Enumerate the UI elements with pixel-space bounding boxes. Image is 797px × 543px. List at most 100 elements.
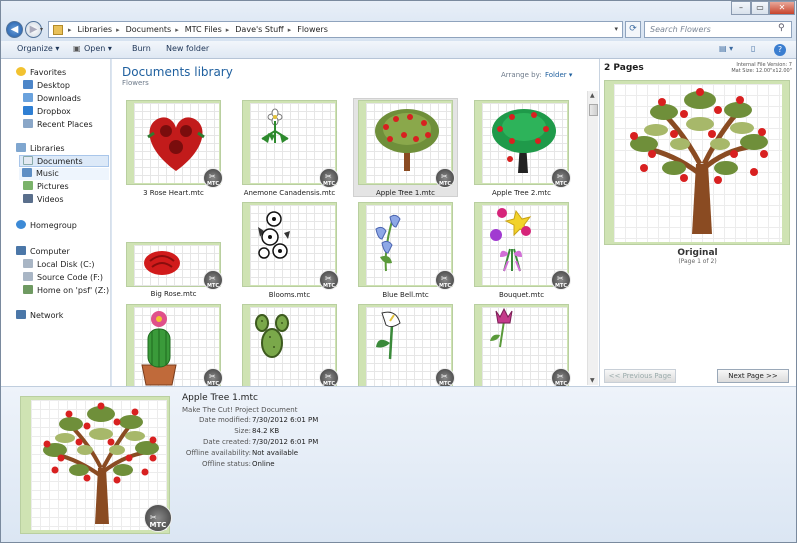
nav-recent-places[interactable]: Recent Places: [23, 119, 93, 131]
folder-icon: [53, 24, 63, 35]
nav-libraries[interactable]: Libraries: [16, 143, 65, 155]
mtc-badge-icon: MTC: [551, 162, 571, 192]
preview-page-indicator: (Page 1 of 2): [678, 258, 717, 265]
maximize-button[interactable]: ▭: [751, 1, 769, 15]
downloads-icon: [23, 93, 33, 102]
command-bar: Organize ▾ ▣ Open ▾ Burn New folder ▤ ▾ …: [1, 41, 796, 59]
file-name: Blue Bell.mtc: [382, 291, 429, 299]
file-name: Apple Tree 2.mtc: [491, 189, 552, 197]
nav-homegroup[interactable]: Homegroup: [16, 220, 77, 232]
scroll-up-icon[interactable]: ▲: [590, 92, 595, 99]
breadcrumb-libraries[interactable]: Libraries: [78, 25, 113, 34]
refresh-button[interactable]: ⟳: [625, 21, 641, 38]
arrange-by-dropdown[interactable]: Folder ▾: [545, 71, 572, 79]
nav-favorites[interactable]: Favorites: [16, 67, 66, 79]
help-icon[interactable]: ?: [774, 44, 786, 56]
mtc-badge-icon: MTC: [203, 264, 223, 294]
refresh-icon: ⟳: [629, 24, 637, 34]
back-button[interactable]: ◀: [6, 21, 23, 38]
mtc-badge-icon: MTC: [203, 362, 223, 392]
search-icon: ⚲: [778, 23, 785, 33]
close-button[interactable]: ✕: [769, 1, 795, 15]
nav-pictures[interactable]: Pictures: [23, 181, 69, 193]
previous-page-button[interactable]: << Previous Page: [604, 369, 676, 383]
computer-icon: [16, 246, 26, 255]
breadcrumb-separator-icon: ▸: [225, 25, 230, 34]
search-input[interactable]: [644, 21, 792, 38]
preview-pane: 2 Pages Internal File Version: 7 Mat Size…: [599, 59, 796, 386]
vertical-scrollbar[interactable]: ▲ ▼: [587, 91, 598, 385]
breadcrumb-mtc-files[interactable]: MTC Files: [185, 25, 222, 34]
mtc-badge-icon: MTC: [203, 162, 223, 192]
documents-icon: [23, 156, 33, 165]
mtc-badge-icon: MTC: [319, 362, 339, 392]
breadcrumb-separator-icon: ▸: [68, 25, 72, 34]
nav-computer[interactable]: Computer: [16, 246, 70, 258]
mtc-badge-icon: MTC: [319, 264, 339, 294]
details-offline-status: Offline status: Online: [201, 460, 275, 468]
organize-button[interactable]: Organize ▾: [17, 44, 59, 53]
burn-button[interactable]: Burn: [132, 44, 151, 53]
nav-source-code[interactable]: Source Code (F:): [23, 272, 103, 284]
arrow-left-icon: ◀: [10, 24, 19, 35]
scroll-down-icon[interactable]: ▼: [590, 377, 595, 384]
mtc-badge-icon: MTC: [435, 362, 455, 392]
arrange-by-label: Arrange by:: [501, 71, 542, 79]
file-name: Big Rose.mtc: [150, 290, 197, 298]
page-count: 2 Pages: [604, 63, 644, 73]
details-offline-availability: Offline availability: Not available: [185, 449, 299, 457]
desktop-icon: [23, 80, 33, 89]
address-bar[interactable]: ▸ Libraries ▸ Documents ▸ MTC Files ▸ Da…: [48, 21, 623, 38]
nav-network[interactable]: Network: [16, 310, 63, 322]
libraries-icon: [16, 143, 26, 152]
apple-tree-preview-image: [630, 88, 768, 234]
pictures-icon: [23, 181, 33, 190]
mtc-badge-icon: MTC: [435, 162, 455, 192]
file-name: Anemone Canadensis.mtc: [243, 189, 336, 197]
minimize-button[interactable]: –: [731, 1, 751, 15]
nav-local-disk[interactable]: Local Disk (C:): [23, 259, 95, 271]
preview-thumbnail: [604, 80, 790, 245]
open-icon: ▣: [73, 44, 81, 53]
breadcrumb-daves-stuff[interactable]: Dave's Stuff: [235, 25, 283, 34]
nav-videos[interactable]: Videos: [23, 194, 64, 206]
nav-music[interactable]: Music: [19, 168, 109, 180]
nav-home-psf[interactable]: Home on 'psf' (Z:): [23, 285, 109, 297]
next-page-button[interactable]: Next Page >>: [717, 369, 789, 383]
star-icon: [16, 67, 26, 76]
recent-places-icon: [23, 119, 33, 128]
arrow-right-icon: ▶: [29, 24, 38, 35]
drive-icon: [23, 259, 33, 268]
library-subtitle: Flowers: [122, 79, 149, 87]
nav-desktop[interactable]: Desktop: [23, 80, 70, 92]
new-folder-button[interactable]: New folder: [166, 44, 209, 53]
nav-downloads[interactable]: Downloads: [23, 93, 81, 105]
mtc-badge-icon: MTC: [551, 362, 571, 392]
breadcrumb-flowers[interactable]: Flowers: [297, 25, 328, 34]
address-dropdown-icon[interactable]: ▾: [614, 25, 618, 33]
nav-documents[interactable]: Documents: [19, 155, 109, 167]
nav-dropbox[interactable]: Dropbox: [23, 106, 71, 118]
details-file-name: Apple Tree 1.mtc: [182, 393, 258, 403]
navigation-pane: Favorites Desktop Downloads Dropbox Rece…: [1, 59, 111, 386]
file-list: Documents library Flowers Arrange by: Fo…: [112, 59, 599, 392]
history-dropdown-icon[interactable]: ▾: [40, 26, 43, 33]
drive-icon: [23, 272, 33, 281]
breadcrumb-documents[interactable]: Documents: [126, 25, 172, 34]
network-icon: [16, 310, 26, 319]
details-date-created: Date created: 7/30/2012 6:01 PM: [203, 438, 319, 446]
library-title: Documents library: [122, 65, 233, 79]
videos-icon: [23, 194, 33, 203]
file-version-info: Internal File Version: 7 Mat Size: 12.00"…: [731, 62, 792, 74]
preview-pane-icon[interactable]: ▯: [751, 44, 755, 53]
homegroup-icon: [16, 220, 26, 229]
mtc-badge-icon: MTC: [435, 264, 455, 294]
title-bar: – ▭ ✕ ◀ ▶ ▾ ▸ Libraries ▸ Documents ▸ MT…: [1, 1, 796, 41]
dropbox-icon: [23, 106, 33, 115]
scrollbar-thumb[interactable]: [589, 104, 598, 116]
open-button[interactable]: Open ▾: [84, 44, 112, 53]
details-size: Size: 84.2 KB: [234, 427, 280, 435]
view-options-icon[interactable]: ▤ ▾: [719, 44, 733, 53]
explorer-window: – ▭ ✕ ◀ ▶ ▾ ▸ Libraries ▸ Documents ▸ MT…: [0, 0, 797, 543]
details-pane: MTC Apple Tree 1.mtc Make The Cut! Proje…: [1, 386, 796, 542]
